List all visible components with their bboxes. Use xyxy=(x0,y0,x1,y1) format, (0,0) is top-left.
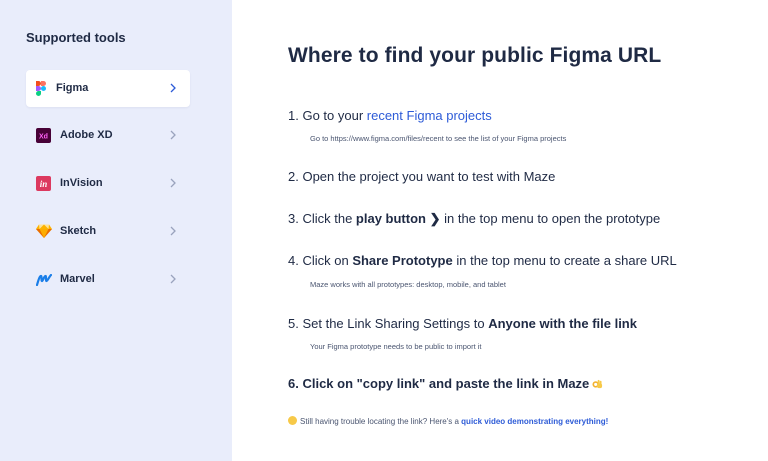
sidebar-item-figma[interactable]: Figma xyxy=(26,70,190,107)
step-text: 3. Click the xyxy=(288,211,356,226)
step-5-hint: Your Figma prototype needs to be public … xyxy=(310,342,482,351)
step-text: in the top menu to open the prototype xyxy=(440,211,661,226)
step-6: 6. Click on "copy link" and paste the li… xyxy=(288,376,603,391)
step-2: 2. Open the project you want to test wit… xyxy=(288,169,556,184)
help-footnote: Still having trouble locating the link? … xyxy=(288,416,608,426)
chevron-right-icon xyxy=(170,226,176,236)
footnote-text: Still having trouble locating the link? … xyxy=(300,417,462,426)
step-bold: Anyone with the file link xyxy=(488,316,637,331)
figma-icon xyxy=(36,81,46,96)
chevron-right-icon xyxy=(170,83,176,93)
sketch-icon xyxy=(36,224,52,238)
chevron-right-icon xyxy=(170,178,176,188)
step-3: 3. Click the play button ❯ in the top me… xyxy=(288,211,660,227)
quick-video-link[interactable]: quick video demonstrating everything! xyxy=(461,417,608,426)
sidebar-item-label: Marvel xyxy=(60,273,95,285)
sidebar: Supported tools Figma Xd Adobe XD in InV… xyxy=(0,0,232,461)
step-text: 1. Go to your xyxy=(288,108,367,123)
sidebar-item-sketch[interactable]: Sketch xyxy=(26,213,190,250)
step-5: 5. Set the Link Sharing Settings to Anyo… xyxy=(288,316,637,331)
svg-text:in: in xyxy=(40,179,48,189)
sidebar-item-label: InVision xyxy=(60,177,103,189)
step-4: 4. Click on Share Prototype in the top m… xyxy=(288,253,677,268)
step-text: in the top menu to create a share URL xyxy=(452,253,677,268)
step-bold: Share Prototype xyxy=(352,253,453,268)
thinking-face-icon xyxy=(288,416,297,425)
step-1: 1. Go to your recent Figma projects xyxy=(288,108,492,123)
chevron-right-icon xyxy=(170,130,176,140)
ok-hand-icon xyxy=(592,379,603,389)
step-bold: 6. Click on "copy link" and paste the li… xyxy=(288,376,590,391)
step-text: 4. Click on xyxy=(288,253,353,268)
adobe-xd-icon: Xd xyxy=(36,128,51,143)
invision-icon: in xyxy=(36,176,51,191)
sidebar-item-label: Figma xyxy=(56,82,89,94)
svg-text:Xd: Xd xyxy=(39,134,48,141)
sidebar-title: Supported tools xyxy=(26,30,126,45)
sidebar-item-adobe-xd[interactable]: Xd Adobe XD xyxy=(26,117,190,154)
step-1-hint: Go to https://www.figma.com/files/recent… xyxy=(310,134,567,143)
step-bold: play button ❯ xyxy=(355,211,441,226)
sidebar-item-marvel[interactable]: Marvel xyxy=(26,261,190,298)
marvel-icon xyxy=(36,274,52,286)
chevron-right-icon xyxy=(170,274,176,284)
sidebar-item-invision[interactable]: in InVision xyxy=(26,165,190,202)
step-4-hint: Maze works with all prototypes: desktop,… xyxy=(310,280,506,289)
recent-figma-projects-link[interactable]: recent Figma projects xyxy=(367,108,492,123)
step-text: 5. Set the Link Sharing Settings to xyxy=(288,316,489,331)
sidebar-item-label: Adobe XD xyxy=(60,129,113,141)
page-title: Where to find your public Figma URL xyxy=(288,44,662,67)
sidebar-item-label: Sketch xyxy=(60,225,97,237)
